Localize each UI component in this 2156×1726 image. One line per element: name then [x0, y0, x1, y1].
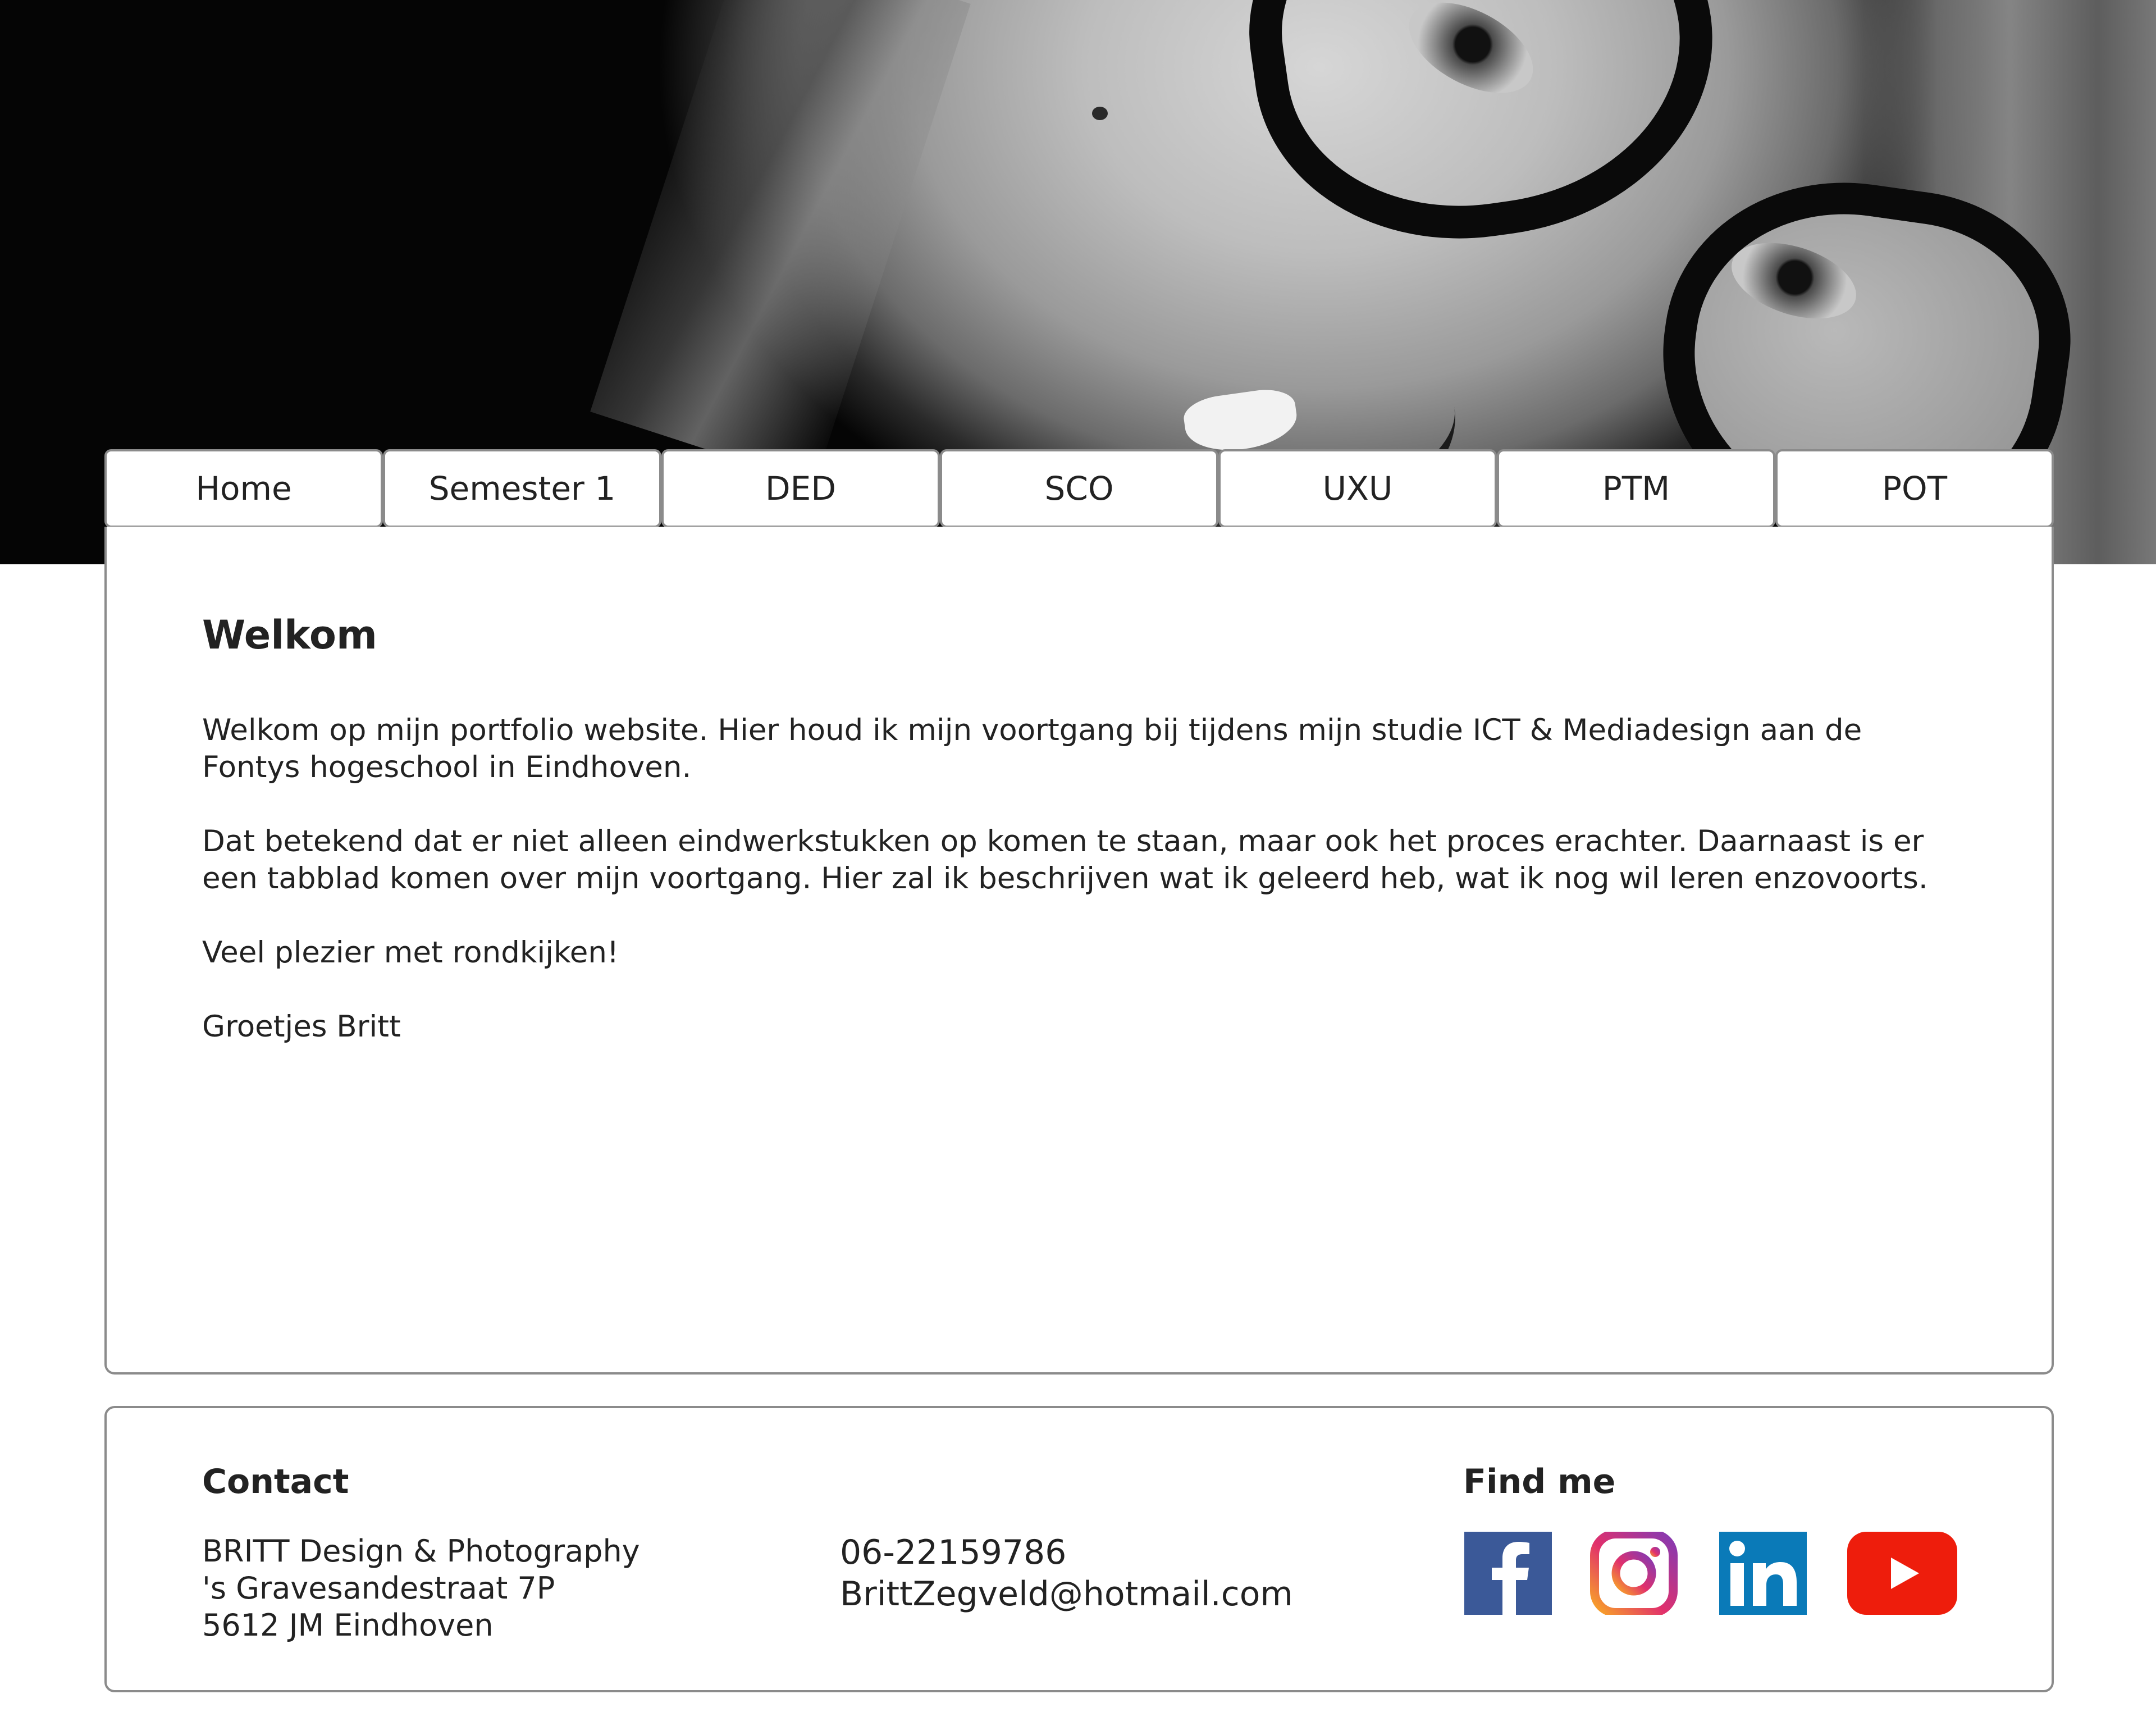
- footer: Contact BRITT Design & Photography 's Gr…: [104, 1406, 2054, 1692]
- hair-shape: [590, 0, 971, 485]
- find-me-heading: Find me: [1463, 1462, 1616, 1501]
- tab-ded[interactable]: DED: [661, 449, 940, 528]
- contact-details: 06-22159786 BrittZegveld@hotmail.com: [840, 1532, 1293, 1615]
- tab-pot[interactable]: POT: [1775, 449, 2054, 528]
- youtube-icon[interactable]: [1847, 1532, 1957, 1615]
- address-city: 5612 JM Eindhoven: [202, 1608, 494, 1643]
- tab-home[interactable]: Home: [104, 449, 383, 528]
- address-company: BRITT Design & Photography: [202, 1533, 640, 1569]
- page-title: Welkom: [202, 612, 377, 658]
- tab-sco[interactable]: SCO: [940, 449, 1218, 528]
- paragraph-intro: Welkom op mijn portfolio website. Hier h…: [202, 713, 1862, 784]
- tab-semester-1[interactable]: Semester 1: [383, 449, 661, 528]
- glasses-frame-top: [1227, 0, 1737, 266]
- phone-number[interactable]: 06-22159786: [840, 1532, 1293, 1573]
- facebook-icon[interactable]: [1464, 1532, 1552, 1615]
- tab-uxu[interactable]: UXU: [1218, 449, 1497, 528]
- address-block: BRITT Design & Photography 's Gravesande…: [202, 1533, 640, 1644]
- linkedin-icon[interactable]: [1719, 1532, 1807, 1615]
- main-nav: Home Semester 1 DED SCO UXU PTM POT: [104, 449, 2054, 528]
- paragraph-signoff: Groetjes Britt: [202, 1010, 401, 1044]
- mole-shape: [1092, 107, 1108, 120]
- content-panel: Welkom Welkom op mijn portfolio website.…: [104, 527, 2054, 1375]
- tab-ptm[interactable]: PTM: [1497, 449, 1775, 528]
- address-street: 's Gravesandestraat 7P: [202, 1570, 555, 1606]
- paragraph-enjoy: Veel plezier met rondkijken!: [202, 935, 619, 970]
- paragraph-process: Dat betekend dat er niet alleen eindwerk…: [202, 824, 1928, 896]
- welcome-text: Welkom op mijn portfolio website. Hier h…: [202, 712, 1954, 1083]
- contact-heading: Contact: [202, 1462, 349, 1501]
- instagram-icon[interactable]: [1590, 1532, 1678, 1615]
- email-link[interactable]: BrittZegveld@hotmail.com: [840, 1573, 1293, 1615]
